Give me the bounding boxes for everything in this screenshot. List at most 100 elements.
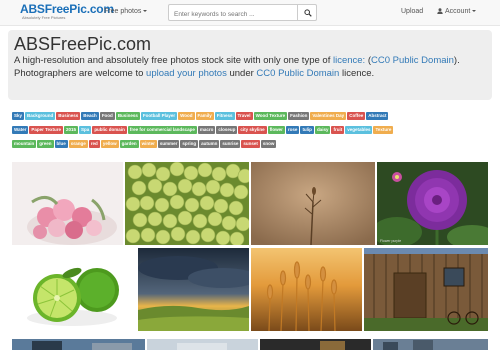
photo-caption: Flower purple: [380, 239, 402, 243]
tag-link[interactable]: orange: [68, 140, 88, 148]
tag-link[interactable]: Coffee: [347, 112, 366, 120]
search-input[interactable]: [168, 4, 298, 21]
photo-purple-dahlia[interactable]: Flower purple: [377, 162, 488, 245]
hero-text: A high-resolution and absolutely free ph…: [14, 55, 333, 66]
tag-link[interactable]: Abstract: [366, 112, 389, 120]
tag-link[interactable]: garden: [119, 140, 139, 148]
free-photos-label: Free photos: [104, 8, 142, 15]
tag-link[interactable]: Valentines Day: [310, 112, 347, 120]
dry-plant-image: [251, 162, 375, 245]
tag-link[interactable]: tulip: [300, 126, 314, 134]
tag-link[interactable]: Fashion: [288, 112, 310, 120]
hero-description: A high-resolution and absolutely free ph…: [14, 54, 486, 67]
tag-link[interactable]: Business: [56, 112, 81, 120]
tag-link[interactable]: blue: [54, 140, 68, 148]
tag-link[interactable]: Texture: [373, 126, 394, 134]
partial-photo-image: [373, 339, 488, 350]
navbar: ABSFreePic.com Absolutely Free Pictures …: [0, 0, 500, 26]
tag-link[interactable]: Travel: [235, 112, 253, 120]
hero-text: licence.: [339, 68, 375, 79]
photo-stormy-field[interactable]: [138, 248, 249, 331]
tag-link[interactable]: Family: [195, 112, 214, 120]
photo-partial-sky[interactable]: [147, 338, 258, 350]
tag-cloud: Sky Background Business Beach Food Business Fo…: [12, 112, 488, 154]
tag-link[interactable]: rose: [285, 126, 300, 134]
tag-link[interactable]: mountain: [12, 140, 37, 148]
tag-link[interactable]: closeup: [216, 126, 238, 134]
cc0-link[interactable]: CC0 Public Domain: [256, 68, 339, 79]
tag-link[interactable]: Beach: [81, 112, 99, 120]
page-title: ABSFreePic.com: [14, 34, 152, 54]
tag-row: Water Paper Texture 2015 Spa public domain fr…: [12, 126, 488, 136]
tag-link[interactable]: red: [88, 140, 100, 148]
hero-text: Photographers are welcome to: [14, 68, 147, 79]
search-icon: [304, 9, 312, 17]
tag-link[interactable]: fruit: [331, 126, 345, 134]
purple-dahlia-image: [377, 162, 488, 245]
partial-photo-image: [147, 339, 258, 350]
tag-link[interactable]: sunrise: [220, 140, 241, 148]
photo-partial-dark[interactable]: [260, 338, 371, 350]
tag-link[interactable]: Sky: [12, 112, 25, 120]
hero-upload-note: Photographers are welcome to upload your…: [14, 67, 486, 80]
tag-link[interactable]: Spa: [79, 126, 92, 134]
tag-link[interactable]: snow: [260, 140, 277, 148]
partial-photo-image: [260, 339, 371, 350]
green-grapes-image: [125, 162, 249, 245]
tag-link[interactable]: Business: [115, 112, 140, 120]
account-dropdown[interactable]: Account: [437, 8, 477, 15]
partial-photo-image: [12, 339, 145, 350]
tag-link[interactable]: daisy: [314, 126, 331, 134]
tag-link[interactable]: winter: [139, 140, 157, 148]
account-label: Account: [445, 8, 471, 15]
photo-green-grapes[interactable]: [125, 162, 249, 245]
cc0-link[interactable]: CC0 Public Domain: [371, 55, 454, 66]
photo-wheat[interactable]: [251, 248, 362, 331]
tag-link[interactable]: Food: [99, 112, 115, 120]
photo-partial-city[interactable]: [373, 338, 488, 350]
tag-link[interactable]: city skyline: [238, 126, 267, 134]
tag-link[interactable]: autumn: [199, 140, 220, 148]
tag-link[interactable]: free for commercial landscape: [127, 126, 197, 134]
limes-image: [12, 248, 136, 331]
caret-down-icon: [143, 10, 148, 13]
tag-link[interactable]: Fitness: [214, 112, 235, 120]
search-button[interactable]: [297, 4, 317, 21]
licence-link[interactable]: licence:: [333, 55, 365, 66]
tag-link[interactable]: flower: [267, 126, 285, 134]
wooden-shed-image: [364, 248, 488, 331]
photo-grid: Flower purple: [12, 162, 488, 350]
tag-row: mountain green blue orange red yellow garden wi…: [12, 140, 488, 150]
tag-link[interactable]: yellow: [100, 140, 119, 148]
hero-text: ).: [453, 55, 460, 66]
tag-link[interactable]: vegetables: [345, 126, 373, 134]
tag-link[interactable]: macro: [197, 126, 216, 134]
caret-down-icon: [472, 10, 477, 13]
logo-text: ABSFreePic.com: [20, 2, 114, 16]
stormy-field-image: [138, 248, 249, 331]
photo-pink-roses[interactable]: [12, 162, 123, 245]
tag-link[interactable]: spring: [180, 140, 199, 148]
pink-roses-image: [12, 162, 123, 245]
tag-link[interactable]: Wood Texture: [253, 112, 288, 120]
tag-link[interactable]: public domain: [92, 126, 127, 134]
photo-wooden-shed[interactable]: [364, 248, 488, 331]
site-logo[interactable]: ABSFreePic.com Absolutely Free Pictures: [20, 3, 114, 23]
tag-link[interactable]: Background: [25, 112, 56, 120]
hero-jumbotron: ABSFreePic.com A high-resolution and abs…: [8, 30, 492, 100]
photo-partial-blue[interactable]: [12, 338, 145, 350]
tag-link[interactable]: summer: [157, 140, 180, 148]
photo-dry-plant[interactable]: [251, 162, 375, 245]
free-photos-dropdown[interactable]: Free photos: [104, 8, 148, 15]
tag-link[interactable]: 2015: [64, 126, 79, 134]
photo-limes[interactable]: [12, 248, 136, 331]
upload-link[interactable]: Upload: [401, 8, 423, 15]
tag-link[interactable]: Water: [12, 126, 29, 134]
tag-link[interactable]: sunset: [241, 140, 260, 148]
upload-photos-link[interactable]: upload your photos: [146, 68, 227, 79]
tag-link[interactable]: Football Player: [140, 112, 178, 120]
tag-row: Sky Background Business Beach Food Business Fo…: [12, 112, 488, 122]
tag-link[interactable]: Wood: [178, 112, 195, 120]
tag-link[interactable]: Paper Texture: [29, 126, 64, 134]
tag-link[interactable]: green: [37, 140, 54, 148]
